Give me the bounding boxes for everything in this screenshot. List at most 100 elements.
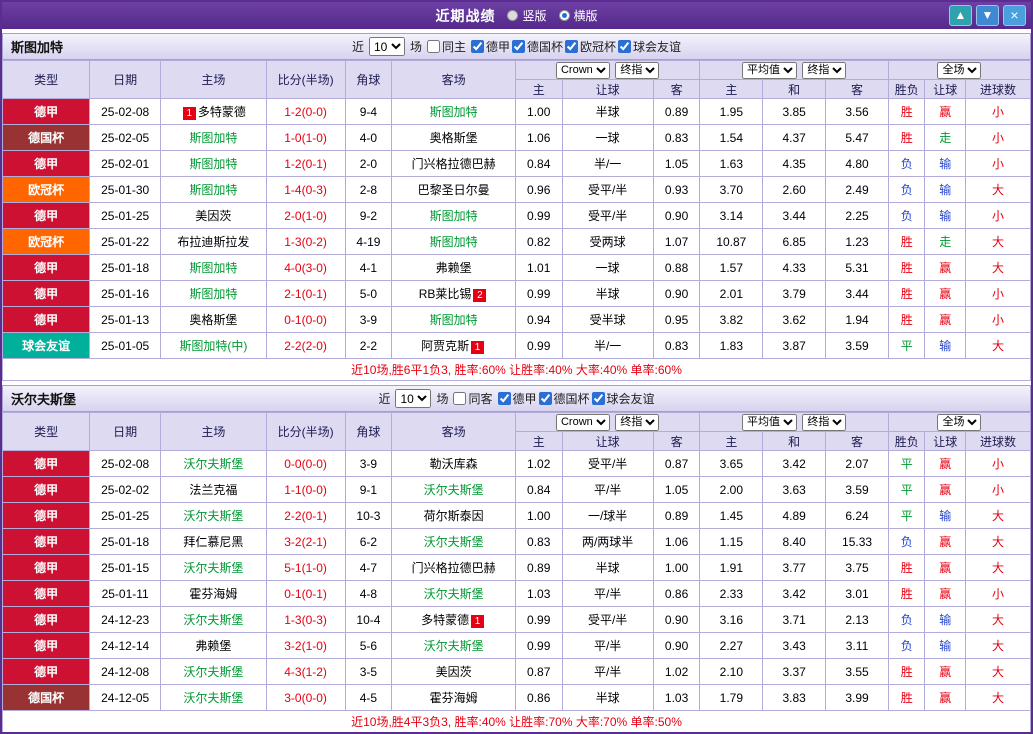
- league-cell: 德甲: [2, 450, 91, 477]
- asia-away-odds: 0.83: [652, 124, 701, 151]
- handicap-result-cell: 赢: [924, 254, 966, 281]
- competition-filter[interactable]: 欧冠杯: [565, 38, 616, 55]
- score-cell: 1-4(0-3): [265, 176, 346, 203]
- asia-home-odds: 0.89: [514, 554, 563, 581]
- asia-odds-time-select[interactable]: 终指: [615, 61, 660, 79]
- away-team-name: 斯图加特: [429, 235, 478, 249]
- recent-count-select[interactable]: 10: [368, 37, 405, 56]
- competition-checkbox[interactable]: [470, 40, 484, 53]
- asia-home-odds: 1.01: [514, 254, 563, 281]
- result-cell: 胜: [887, 658, 926, 685]
- euro-home-odds: 2.27: [699, 632, 764, 659]
- euro-odds-time-select[interactable]: 终指: [802, 61, 847, 79]
- corner-cell: 2-8: [344, 176, 393, 203]
- team-section-stuttgart: 斯图加特 近 10 场 同主 德甲 德国杯 欧冠杯 球会友谊 类型 日期 主场 …: [2, 33, 1031, 381]
- euro-draw-odds: 4.33: [762, 254, 827, 281]
- asia-odds-time-select[interactable]: 终指: [615, 413, 660, 431]
- competition-checkbox[interactable]: [591, 392, 605, 405]
- bookmaker-select[interactable]: Crown: [555, 413, 610, 431]
- games-label: 场: [409, 40, 422, 54]
- asia-home-odds: 1.00: [514, 98, 563, 125]
- asia-home-odds: 0.99: [514, 280, 563, 307]
- result-cell: 平: [887, 450, 926, 477]
- league-cell: 德甲: [2, 98, 91, 125]
- match-row: 球会友谊 25-01-05 斯图加特(中) 2-2(2-0) 2-2 阿贾克斯 1 0.99 半…: [2, 332, 1031, 359]
- view-radio-vertical-label: 竖版: [522, 9, 547, 23]
- competition-filter[interactable]: 德国杯: [538, 390, 590, 407]
- goals-result-cell: 大: [964, 554, 1031, 581]
- competition-checkbox[interactable]: [618, 40, 632, 53]
- result-cell: 负: [887, 176, 926, 203]
- home-team-cell: 法兰克福: [160, 476, 267, 503]
- home-team-cell: 1 多特蒙德: [160, 98, 267, 125]
- score-cell: 5-1(1-0): [265, 554, 346, 581]
- asia-away-odds: 1.00: [652, 554, 701, 581]
- same-venue-checkbox[interactable]: [426, 40, 440, 53]
- average-odds-select[interactable]: 平均值: [742, 413, 798, 431]
- bookmaker-select[interactable]: Crown: [555, 61, 610, 79]
- same-venue-checkbox[interactable]: [453, 392, 467, 405]
- goals-result-cell: 大: [964, 606, 1031, 633]
- competition-filter[interactable]: 球会友谊: [618, 38, 681, 55]
- away-team-name: 斯图加特: [429, 313, 478, 327]
- titlebar-center: 近期战绩 竖版 横版: [2, 2, 1031, 29]
- home-team-cell: 弗赖堡: [160, 632, 267, 659]
- recent-count-select[interactable]: 10: [395, 389, 432, 408]
- match-row: 德甲 25-01-16 斯图加特 2-1(0-1) 5-0 RB莱比锡 2 0.99 半球 0.9…: [2, 280, 1031, 307]
- date-cell: 24-12-08: [89, 658, 162, 685]
- col-euro-away: 客: [825, 79, 889, 99]
- away-team-name: 斯图加特: [429, 105, 478, 119]
- result-cell: 平: [887, 502, 926, 529]
- competition-filter[interactable]: 德甲: [497, 390, 537, 407]
- away-team-cell: 阿贾克斯 1: [391, 332, 516, 359]
- result-group: 全场: [887, 60, 1031, 80]
- handicap-result-cell: 走: [924, 228, 966, 255]
- away-team-cell: 沃尔夫斯堡: [391, 528, 516, 555]
- competition-checkbox[interactable]: [512, 40, 525, 53]
- euro-home-odds: 1.57: [699, 254, 764, 281]
- asia-home-odds: 0.96: [514, 176, 563, 203]
- euro-home-odds: 2.00: [699, 476, 764, 503]
- view-radio-horizontal[interactable]: 横版: [558, 7, 598, 24]
- move-up-button[interactable]: ▲: [949, 5, 972, 26]
- home-team-name: 多特蒙德: [197, 105, 246, 119]
- col-handicap-result: 让球: [924, 79, 966, 99]
- competition-filter[interactable]: 德国杯: [512, 38, 563, 55]
- result-cell: 负: [887, 150, 926, 177]
- corner-cell: 4-8: [344, 580, 393, 607]
- home-team-cell: 沃尔夫斯堡: [160, 554, 267, 581]
- handicap-cell: 平/半: [561, 476, 654, 503]
- handicap-result-cell: 赢: [924, 554, 966, 581]
- scope-select[interactable]: 全场: [937, 413, 982, 431]
- euro-odds-time-select[interactable]: 终指: [802, 413, 847, 431]
- league-cell: 德甲: [2, 202, 91, 229]
- competition-checkbox[interactable]: [565, 40, 579, 53]
- score-cell: 1-2(0-1): [265, 150, 346, 177]
- same-venue-filter[interactable]: 同客: [453, 390, 493, 407]
- euro-away-odds: 2.13: [825, 606, 889, 633]
- competition-filter[interactable]: 球会友谊: [591, 390, 655, 407]
- result-cell: 胜: [887, 124, 926, 151]
- corner-cell: 3-9: [344, 306, 393, 333]
- away-team-cell: 门兴格拉德巴赫: [391, 554, 516, 581]
- competition-checkbox[interactable]: [497, 392, 511, 405]
- col-asia-home: 主: [514, 79, 563, 99]
- competition-filter[interactable]: 德甲: [470, 38, 510, 55]
- handicap-cell: 一球: [561, 254, 654, 281]
- view-radio-vertical[interactable]: 竖版: [507, 7, 547, 24]
- competition-checkbox[interactable]: [538, 392, 552, 405]
- euro-draw-odds: 3.63: [762, 476, 827, 503]
- league-cell: 德甲: [2, 476, 91, 503]
- match-row: 德国杯 24-12-05 沃尔夫斯堡 3-0(0-0) 4-5 霍芬海姆 0.86 半球 1.0…: [2, 684, 1031, 711]
- close-button[interactable]: ×: [1003, 5, 1026, 26]
- corner-cell: 10-3: [344, 502, 393, 529]
- same-venue-filter[interactable]: 同主: [426, 38, 466, 55]
- move-down-button[interactable]: ▼: [976, 5, 999, 26]
- scope-select[interactable]: 全场: [937, 61, 982, 79]
- asia-away-odds: 0.90: [652, 202, 701, 229]
- away-team-name: 勒沃库森: [429, 457, 478, 471]
- score-cell: 0-1(0-0): [265, 306, 346, 333]
- away-team-name: RB莱比锡: [418, 287, 472, 301]
- average-odds-select[interactable]: 平均值: [742, 61, 798, 79]
- euro-draw-odds: 3.42: [762, 450, 827, 477]
